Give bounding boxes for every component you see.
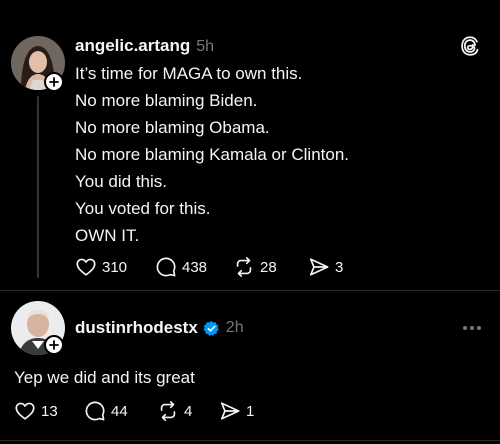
reply-timestamp: 2h [225,319,244,336]
reply-button[interactable]: 44 [84,400,128,422]
reply-count: 438 [182,258,208,276]
like-button[interactable]: 13 [14,400,58,422]
post-username[interactable]: angelic.artang [75,36,190,56]
post-text-line: You did this. [75,172,167,191]
reply-count: 44 [111,402,128,420]
heart-icon [76,258,96,276]
like-count: 310 [102,258,128,276]
comment-icon [85,401,105,421]
share-count: 3 [335,258,344,276]
share-button[interactable]: 3 [308,256,343,278]
share-icon [309,258,329,276]
repost-count: 4 [184,402,193,420]
post-text-line: No more blaming Biden. [75,91,258,110]
post-text-line: You voted for this. [75,199,211,218]
comment-icon [156,257,176,277]
post-text-line: It’s time for MAGA to own this. [75,64,303,83]
threads-logo-icon[interactable] [459,35,481,62]
repost-icon [160,401,176,421]
post-text-line: OWN IT. [75,226,140,245]
more-options-icon[interactable] [461,320,483,338]
follow-button[interactable] [44,335,64,355]
reply-text: Yep we did and its great [14,368,195,387]
repost-button[interactable]: 28 [233,256,277,278]
reply-username[interactable]: dustinrhodestx [75,318,198,338]
thread-connector-line [37,96,39,278]
verified-badge-icon [203,320,219,336]
post-text-line: No more blaming Kamala or Clinton. [75,145,350,164]
reply-button[interactable]: 438 [155,256,207,278]
like-count: 13 [41,402,58,420]
plus-icon [49,340,59,350]
divider [0,290,500,291]
like-button[interactable]: 310 [75,256,127,278]
share-button[interactable]: 1 [219,400,254,422]
share-count: 1 [246,402,255,420]
plus-icon [49,77,59,87]
post-text-line: No more blaming Obama. [75,118,270,137]
repost-icon [236,257,252,277]
follow-button[interactable] [44,72,64,92]
repost-button[interactable]: 4 [157,400,192,422]
post-timestamp: 5h [196,38,215,55]
post-body: It’s time for MAGA to own this. No more … [75,60,475,249]
share-icon [220,402,240,420]
heart-icon [15,402,35,420]
divider [0,440,500,441]
repost-count: 28 [260,258,277,276]
